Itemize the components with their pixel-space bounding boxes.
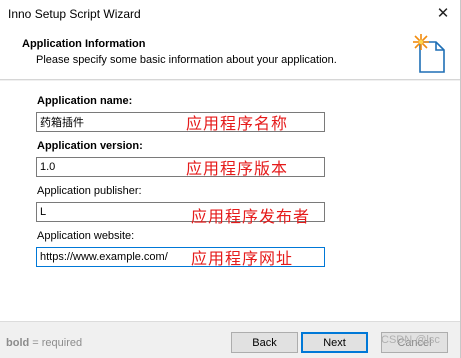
window-title: Inno Setup Script Wizard	[8, 7, 141, 21]
page-header: Application Information Please specify s…	[0, 28, 460, 80]
app-website-label: Application website:	[37, 230, 135, 242]
wizard-window: Inno Setup Script Wizard ✕ Application I…	[0, 0, 461, 358]
close-button[interactable]: ✕	[430, 2, 456, 24]
app-name-label: Application name:	[37, 95, 133, 107]
app-version-annotation: 应用程序版本	[186, 159, 289, 178]
app-publisher-annotation: 应用程序发布者	[191, 207, 311, 226]
required-hint-bold: bold	[6, 337, 30, 349]
page-title: Application Information	[22, 38, 146, 50]
app-publisher-label: Application publisher:	[37, 185, 142, 197]
required-hint-text: = required	[29, 337, 83, 349]
app-website-annotation: 应用程序网址	[191, 249, 294, 268]
app-version-label: Application version:	[37, 140, 143, 152]
watermark: CSDN @lsc	[381, 334, 440, 346]
form-area: Application name: 药箱插件 应用程序名称 Applicatio…	[0, 81, 460, 321]
close-icon: ✕	[436, 5, 450, 22]
next-button[interactable]: Next	[301, 332, 368, 353]
title-bar: Inno Setup Script Wizard ✕	[0, 0, 460, 28]
app-name-annotation: 应用程序名称	[186, 114, 289, 133]
back-button[interactable]: Back	[231, 332, 298, 353]
required-hint: bold = required	[6, 337, 82, 349]
wizard-page-icon	[413, 34, 445, 73]
page-subtitle: Please specify some basic information ab…	[36, 54, 337, 66]
